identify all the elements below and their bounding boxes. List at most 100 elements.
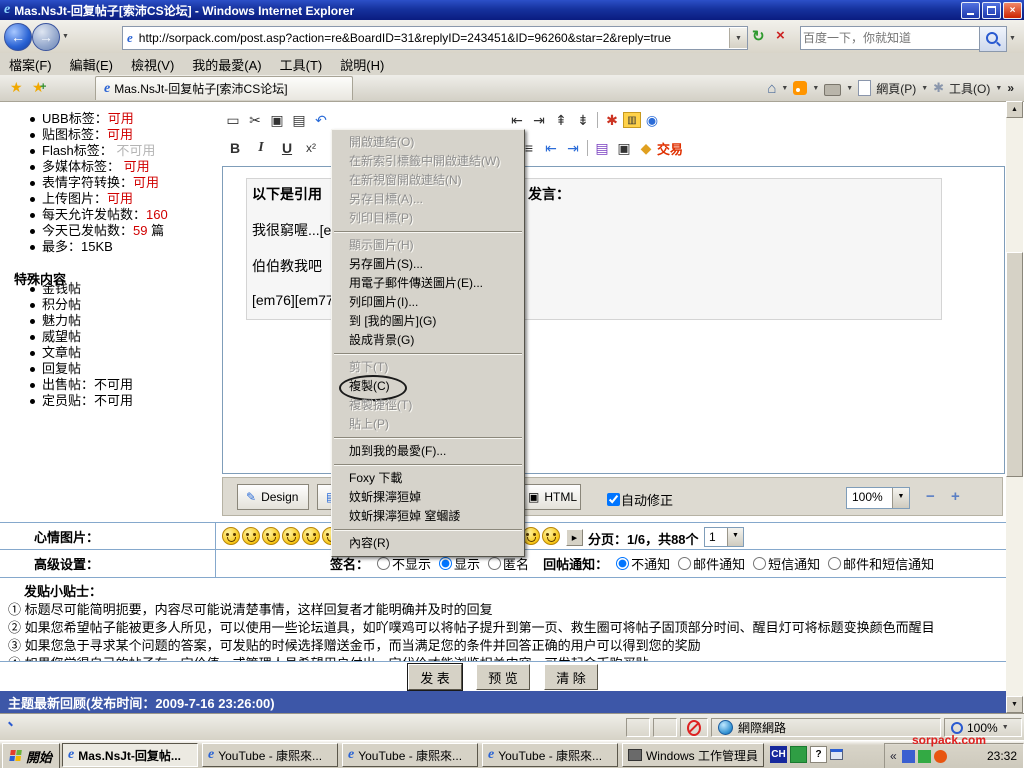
preview-button[interactable]: 预 览 (476, 664, 530, 690)
comment-icon[interactable]: ◉ (641, 110, 663, 130)
scroll-down-icon[interactable]: ▼ (1006, 696, 1023, 713)
clear-button[interactable]: 清 除 (544, 664, 598, 690)
design-tab-button[interactable]: ✎ Design (237, 484, 309, 510)
autofix-checkbox[interactable] (607, 493, 620, 506)
context-menu-item[interactable]: 加到我的最愛(F)... (332, 442, 524, 461)
page-scrollbar[interactable]: ▲ ▼ (1006, 101, 1023, 713)
page-dropdown-icon[interactable]: ▼ (921, 85, 928, 92)
home-dropdown-icon[interactable]: ▼ (781, 85, 788, 92)
close-button[interactable]: × (1003, 2, 1022, 19)
search-input[interactable] (801, 30, 979, 46)
tab-current[interactable]: e Mas.NsJt-回复帖子[索沛CS论坛] (95, 76, 353, 100)
search-dropdown-icon[interactable]: ▼ (1006, 26, 1019, 50)
tray-icon-green[interactable] (790, 746, 807, 763)
radio-sign-anon[interactable] (488, 557, 501, 570)
rss-icon[interactable] (793, 81, 807, 95)
menu-help[interactable]: 說明(H) (331, 53, 393, 75)
context-menu-item-copy[interactable]: 複製(C) (332, 377, 524, 396)
undo-icon[interactable]: ↶ (310, 110, 332, 130)
context-menu-item[interactable]: 內容(R) (332, 534, 524, 553)
url-input[interactable] (137, 28, 729, 48)
context-menu-item[interactable]: Foxy 下載 (332, 469, 524, 488)
home-icon[interactable]: ⌂ (767, 80, 776, 97)
indent-icon[interactable]: ⇥ (562, 138, 584, 158)
radio-notify-none[interactable] (616, 557, 629, 570)
emoticon-icon[interactable] (302, 527, 320, 545)
tray-icon-blue[interactable] (902, 750, 915, 763)
zoom-out-icon[interactable]: − (926, 488, 935, 505)
rss-dropdown-icon[interactable]: ▼ (812, 85, 819, 92)
gear-icon[interactable]: ✱ (933, 80, 944, 96)
window-tray-icon[interactable] (830, 749, 843, 760)
back-button[interactable]: ← (4, 23, 32, 51)
emoticon-icon[interactable] (542, 527, 560, 545)
italic-icon[interactable]: I (248, 138, 274, 158)
context-menu-item[interactable]: 另存圖片(S)... (332, 255, 524, 274)
menu-tools[interactable]: 工具(T) (271, 53, 332, 75)
bold-icon[interactable]: B (222, 138, 248, 158)
emoticon-page-select[interactable]: 1 ▼ (704, 527, 744, 547)
html-tab-button[interactable]: ▣ HTML (519, 484, 581, 510)
scrollbar-thumb[interactable] (1006, 252, 1023, 477)
book-icon[interactable]: ▥ (623, 112, 641, 128)
page-menu-label[interactable]: 網頁(P) (876, 80, 916, 97)
emoticon-icon[interactable] (222, 527, 240, 545)
taskbar-task[interactable]: e YouTube - 康熙來... (482, 743, 618, 767)
color-wheel-icon[interactable]: ✱ (601, 110, 623, 130)
address-dropdown-button[interactable]: ▼ (729, 28, 747, 48)
emoticon-icon[interactable] (262, 527, 280, 545)
superscript-icon[interactable]: x² (300, 138, 322, 158)
underline-icon[interactable]: U (274, 138, 300, 158)
context-menu-item[interactable]: 列印圖片(I)... (332, 293, 524, 312)
context-menu-item[interactable]: 設成背景(G) (332, 331, 524, 350)
language-indicator[interactable]: CH (770, 746, 787, 763)
favorites-star-icon[interactable]: ★ (10, 79, 23, 96)
search-box[interactable] (800, 26, 980, 50)
outdent-icon[interactable]: ⇤ (540, 138, 562, 158)
emoticon-icon[interactable] (282, 527, 300, 545)
table-insert-up-icon[interactable]: ⇞ (550, 110, 572, 130)
page-icon[interactable] (858, 80, 871, 96)
zoom-select[interactable]: 100% ▼ (846, 487, 910, 509)
radio-notify-sms[interactable] (753, 557, 766, 570)
menu-favorites[interactable]: 我的最愛(A) (183, 53, 270, 75)
table-insert-down-icon[interactable]: ⇟ (572, 110, 594, 130)
table-insert-left-icon[interactable]: ⇤ (506, 110, 528, 130)
radio-notify-both[interactable] (828, 557, 841, 570)
zoom-dropdown-icon[interactable]: ▼ (892, 488, 909, 508)
start-button[interactable]: 開始 (2, 743, 60, 768)
taskbar-task[interactable]: e YouTube - 康熙來... (342, 743, 478, 767)
address-bar[interactable]: e ▼ (122, 26, 748, 50)
emoticon-icon[interactable] (242, 527, 260, 545)
radio-sign-show[interactable] (439, 557, 452, 570)
new-window-icon[interactable]: ▭ (222, 110, 244, 130)
taskbar-task[interactable]: e YouTube - 康熙來... (202, 743, 338, 767)
page-select-dropdown-icon[interactable]: ▼ (727, 528, 743, 546)
help-tray-icon[interactable]: ? (810, 746, 827, 763)
menu-view[interactable]: 檢視(V) (122, 53, 183, 75)
insert-file-icon[interactable]: ▤ (591, 138, 613, 158)
taskbar-task[interactable]: Windows 工作管理員 (622, 743, 764, 767)
view-source-icon[interactable]: ▣ (613, 138, 635, 158)
refresh-button[interactable]: ↻ (752, 27, 765, 45)
minimize-button[interactable] (961, 2, 980, 19)
forward-button[interactable]: → (32, 23, 60, 51)
tools-dropdown-icon[interactable]: ▼ (995, 85, 1002, 92)
print-dropdown-icon[interactable]: ▼ (846, 85, 853, 92)
history-dropdown-icon[interactable]: ▼ (62, 33, 69, 40)
print-icon[interactable] (824, 84, 841, 96)
scroll-up-icon[interactable]: ▲ (1006, 101, 1023, 118)
more-commands-icon[interactable]: » (1007, 81, 1014, 95)
shield-icon[interactable]: ◆ (635, 138, 657, 158)
paste-icon[interactable]: ▤ (288, 110, 310, 130)
status-zoom-dropdown-icon[interactable]: ▼ (1002, 724, 1009, 731)
submit-button[interactable]: 发 表 (408, 664, 462, 690)
context-menu-item[interactable]: 到 [我的圖片](G) (332, 312, 524, 331)
context-menu-item[interactable]: 妏蚚捰濘狟婥 (332, 488, 524, 507)
emoticon-next-page-button[interactable]: ▶ (566, 529, 583, 546)
stop-button[interactable]: × (776, 27, 785, 44)
cut-icon[interactable]: ✂ (244, 110, 266, 130)
tray-icon-green2[interactable] (918, 750, 931, 763)
menu-file[interactable]: 檔案(F) (0, 53, 61, 75)
context-menu-item[interactable]: 用電子郵件傳送圖片(E)... (332, 274, 524, 293)
